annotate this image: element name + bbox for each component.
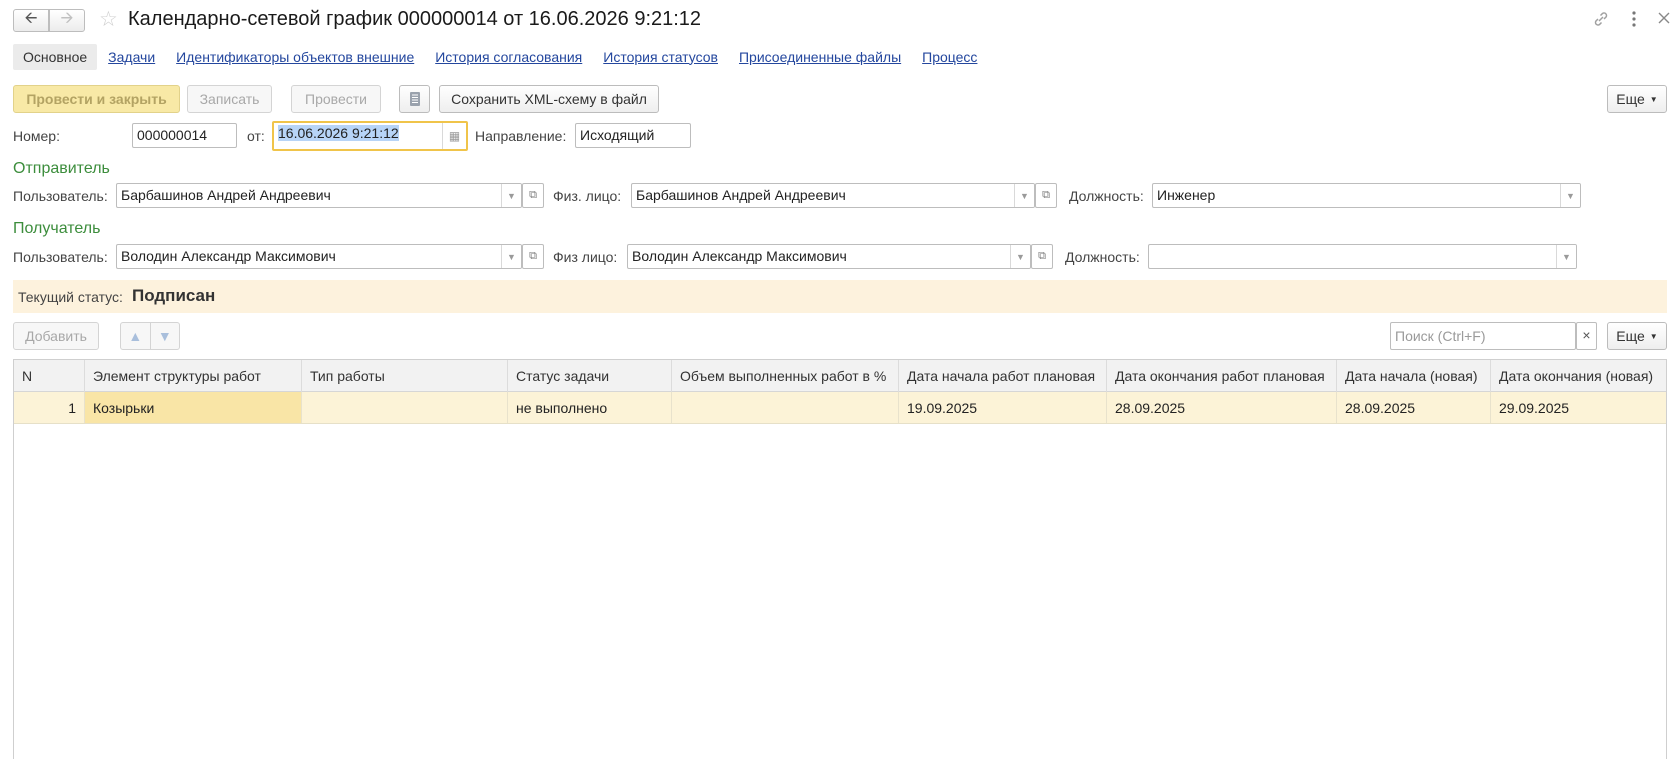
direction-field[interactable]: Исходящий (575, 123, 691, 148)
dropdown-icon[interactable]: ▼ (1010, 245, 1030, 268)
column-header[interactable]: Объем выполненных работ в % (672, 360, 899, 392)
status-panel: Текущий статус: Подписан (13, 280, 1667, 313)
date-value: 16.06.2026 9:21:12 (278, 125, 399, 141)
post-and-close-button[interactable]: Провести и закрыть (13, 85, 180, 113)
table-more-label: Еще (1616, 328, 1645, 344)
column-header[interactable]: Дата окончания (новая) (1491, 360, 1666, 392)
sender-person-label: Физ. лицо: (553, 188, 622, 204)
document-print-button[interactable] (399, 85, 430, 113)
cell-new-start[interactable]: 28.09.2025 (1337, 392, 1491, 423)
sender-position-label: Должность: (1069, 188, 1144, 204)
cell-work-type[interactable] (302, 392, 508, 423)
sender-section-title: Отправитель (13, 160, 110, 177)
recipient-user-value: Володин Александр Максимович (121, 248, 336, 264)
save-button[interactable]: Записать (187, 85, 272, 113)
status-value: Подписан (132, 286, 216, 305)
column-header[interactable]: Дата окончания работ плановая (1107, 360, 1337, 392)
cell-number[interactable]: 1 (14, 392, 85, 423)
tab-main[interactable]: Основное (13, 43, 98, 70)
column-header[interactable]: Дата начала работ плановая (899, 360, 1107, 392)
recipient-section-title: Получатель (13, 220, 101, 237)
recipient-position-field[interactable]: ▼ (1148, 244, 1577, 269)
column-header[interactable]: N (14, 360, 85, 392)
link-icon[interactable] (1592, 10, 1610, 33)
dropdown-icon[interactable]: ▼ (1556, 245, 1576, 268)
open-icon[interactable]: ⧉ (522, 244, 544, 269)
arrow-down-icon[interactable]: ▼ (151, 328, 180, 344)
dropdown-icon: ▼ (1649, 94, 1658, 104)
sender-person-value: Барбашинов Андрей Андреевич (636, 187, 846, 203)
tab-approval-history[interactable]: История согласования (435, 49, 582, 65)
more-button[interactable]: Еще ▼ (1607, 85, 1667, 113)
sender-user-field[interactable]: Барбашинов Андрей Андреевич ▼ (116, 183, 522, 208)
direction-label: Направление: (475, 128, 567, 144)
recipient-user-field[interactable]: Володин Александр Максимович ▼ (116, 244, 522, 269)
table-row[interactable]: 1 Козырьки не выполнено 19.09.2025 28.09… (14, 392, 1666, 424)
sender-position-value: Инженер (1157, 187, 1216, 203)
close-icon[interactable] (1657, 10, 1671, 30)
dropdown-icon[interactable]: ▼ (501, 245, 521, 268)
move-buttons: ▲ ▼ (120, 322, 180, 350)
date-field[interactable]: 16.06.2026 9:21:12 ▦ (272, 121, 468, 151)
recipient-person-field[interactable]: Володин Александр Максимович ▼ (627, 244, 1031, 269)
recipient-position-label: Должность: (1065, 249, 1140, 265)
search-input[interactable]: Поиск (Ctrl+F) (1390, 322, 1576, 350)
add-row-button[interactable]: Добавить (13, 322, 99, 350)
dropdown-icon: ▼ (1649, 331, 1658, 341)
cell-plan-start[interactable]: 19.09.2025 (899, 392, 1107, 423)
post-button[interactable]: Провести (291, 85, 381, 113)
save-xml-button[interactable]: Сохранить XML-схему в файл (439, 85, 659, 113)
tasks-table: N Элемент структуры работ Тип работы Ста… (13, 359, 1667, 759)
tab-status-history[interactable]: История статусов (603, 49, 718, 65)
cell-new-end[interactable]: 29.09.2025 (1491, 392, 1666, 423)
sender-user-value: Барбашинов Андрей Андреевич (121, 187, 331, 203)
tab-attached-files[interactable]: Присоединенные файлы (739, 49, 901, 65)
cell-work-element[interactable]: Козырьки (85, 392, 302, 423)
table-more-button[interactable]: Еще ▼ (1607, 322, 1667, 350)
cell-plan-end[interactable]: 28.09.2025 (1107, 392, 1337, 423)
star-icon[interactable]: ☆ (99, 9, 118, 31)
date-label: от: (247, 128, 265, 144)
dropdown-icon[interactable]: ▼ (1560, 184, 1580, 207)
dropdown-icon[interactable]: ▼ (501, 184, 521, 207)
forward-arrow-icon: 🡪 (60, 10, 74, 27)
open-icon[interactable]: ⧉ (522, 183, 544, 208)
tab-tasks[interactable]: Задачи (108, 49, 155, 65)
dropdown-icon[interactable]: ▼ (1014, 184, 1034, 207)
open-icon[interactable]: ⧉ (1031, 244, 1053, 269)
cell-completed-percent[interactable] (672, 392, 899, 423)
sender-position-field[interactable]: Инженер ▼ (1152, 183, 1581, 208)
back-button[interactable]: 🡨 (13, 9, 49, 32)
tab-bar: Основное Задачи Идентификаторы объектов … (13, 43, 998, 70)
back-arrow-icon: 🡨 (24, 10, 38, 27)
recipient-user-label: Пользователь: (13, 249, 108, 265)
calendar-icon[interactable]: ▦ (442, 123, 466, 149)
column-header[interactable]: Дата начала (новая) (1337, 360, 1491, 392)
open-icon[interactable]: ⧉ (1035, 183, 1057, 208)
document-icon (409, 92, 420, 106)
more-label: Еще (1616, 91, 1645, 107)
sender-person-field[interactable]: Барбашинов Андрей Андреевич ▼ (631, 183, 1035, 208)
more-vertical-icon[interactable] (1631, 10, 1637, 33)
column-header[interactable]: Тип работы (302, 360, 508, 392)
column-header[interactable]: Элемент структуры работ (85, 360, 302, 392)
cell-task-status[interactable]: не выполнено (508, 392, 672, 423)
column-header[interactable]: Статус задачи (508, 360, 672, 392)
window-title: Календарно-сетевой график 000000014 от 1… (128, 8, 702, 30)
table-header: N Элемент структуры работ Тип работы Ста… (14, 360, 1666, 392)
arrow-up-icon[interactable]: ▲ (121, 328, 150, 344)
status-label: Текущий статус: (18, 289, 123, 305)
recipient-person-value: Володин Александр Максимович (632, 248, 847, 264)
tab-external-ids[interactable]: Идентификаторы объектов внешние (176, 49, 414, 65)
sender-user-label: Пользователь: (13, 188, 108, 204)
tab-process[interactable]: Процесс (922, 49, 977, 65)
number-label: Номер: (13, 128, 60, 144)
number-field[interactable]: 000000014 (132, 123, 237, 148)
recipient-person-label: Физ лицо: (553, 249, 618, 265)
clear-search-button[interactable]: × (1576, 322, 1597, 350)
forward-button[interactable]: 🡪 (49, 9, 85, 32)
